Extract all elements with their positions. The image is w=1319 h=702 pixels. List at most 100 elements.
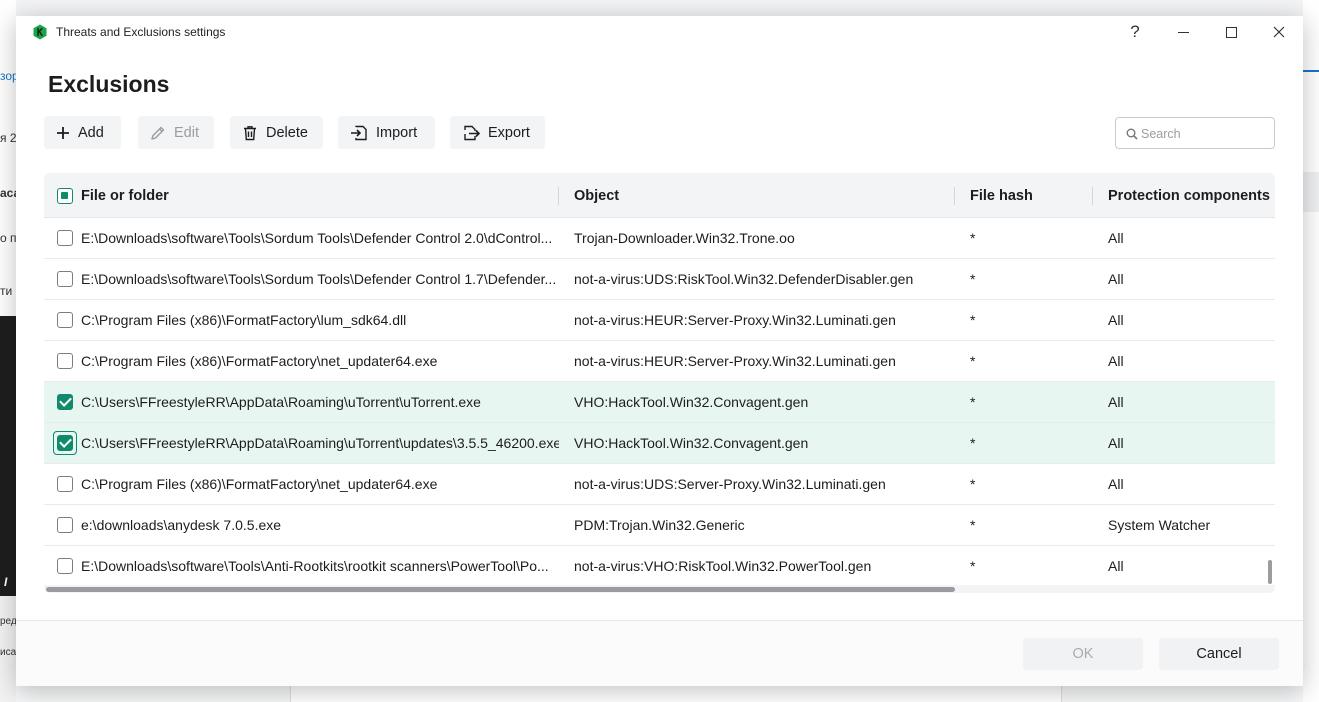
cell-object: Trojan-Downloader.Win32.Trone.oo: [574, 230, 795, 246]
cell-object: VHO:HackTool.Win32.Convagent.gen: [574, 394, 809, 410]
row-checkbox[interactable]: [57, 476, 73, 492]
cell-object: not-a-virus:HEUR:Server-Proxy.Win32.Lumi…: [574, 353, 896, 369]
trash-icon: [244, 125, 256, 140]
column-header-hash[interactable]: File hash: [970, 173, 1033, 218]
threats-exclusions-dialog: Threats and Exclusions settings ? Exclus…: [16, 16, 1303, 686]
table-row[interactable]: C:\Program Files (x86)\FormatFactory\lum…: [44, 300, 1275, 341]
column-header-object[interactable]: Object: [574, 173, 619, 218]
table-row[interactable]: e:\downloads\anydesk 7.0.5.exe PDM:Trojan…: [44, 505, 1275, 546]
search-input[interactable]: [1141, 124, 1269, 144]
background-bottom-panel: [290, 686, 1062, 702]
import-button[interactable]: Import: [338, 116, 435, 149]
table-row[interactable]: E:\Downloads\software\Tools\Sordum Tools…: [44, 218, 1275, 259]
cell-file-path: C:\Users\FFreestyleRR\AppData\Roaming\uT…: [81, 394, 481, 410]
cell-file-hash: *: [970, 353, 976, 369]
cancel-button[interactable]: Cancel: [1159, 638, 1279, 670]
background-right-panel: [1303, 0, 1319, 702]
edit-button-label: Edit: [174, 124, 199, 141]
row-checkbox[interactable]: [57, 271, 73, 287]
import-icon: [351, 125, 367, 140]
background-text: аса: [0, 186, 16, 200]
plus-icon: [57, 126, 69, 139]
table-row[interactable]: E:\Downloads\software\Tools\Anti-Rootkit…: [44, 546, 1275, 587]
exclusions-table: File or folder Object File hash Protecti…: [44, 173, 1275, 593]
ok-button[interactable]: OK: [1023, 638, 1143, 670]
table-row[interactable]: C:\Program Files (x86)\FormatFactory\net…: [44, 464, 1275, 505]
cell-protection-components: All: [1108, 558, 1124, 574]
export-button-label: Export: [488, 124, 530, 141]
row-checkbox[interactable]: [57, 230, 73, 246]
cell-object: not-a-virus:HEUR:Server-Proxy.Win32.Lumi…: [574, 312, 896, 328]
close-button[interactable]: [1255, 16, 1303, 48]
horizontal-scrollbar-thumb[interactable]: [46, 587, 955, 592]
row-checkbox[interactable]: [57, 353, 73, 369]
cell-file-hash: *: [970, 271, 976, 287]
background-text: ти: [0, 284, 13, 298]
cell-object: not-a-virus:UDS:RiskTool.Win32.DefenderD…: [574, 271, 914, 287]
background-accent-line: [1303, 70, 1319, 72]
pencil-icon: [151, 126, 165, 140]
export-button[interactable]: Export: [450, 116, 545, 149]
cell-protection-components: All: [1108, 435, 1124, 451]
row-checkbox[interactable]: [57, 517, 73, 533]
help-icon: ?: [1130, 22, 1140, 41]
row-checkbox[interactable]: [57, 394, 73, 410]
cell-file-hash: *: [970, 476, 976, 492]
cell-file-hash: *: [970, 558, 976, 574]
cell-object: VHO:HackTool.Win32.Convagent.gen: [574, 435, 809, 451]
minimize-icon: [1177, 31, 1189, 33]
cell-object: not-a-virus:UDS:Server-Proxy.Win32.Lumin…: [574, 476, 886, 492]
maximize-button[interactable]: [1207, 16, 1255, 48]
add-button[interactable]: Add: [44, 116, 121, 149]
cell-file-path: C:\Program Files (x86)\FormatFactory\lum…: [81, 312, 407, 328]
column-divider[interactable]: [954, 187, 955, 205]
title-bar[interactable]: Threats and Exclusions settings ?: [16, 16, 1303, 48]
cell-protection-components: All: [1108, 230, 1124, 246]
cell-file-hash: *: [970, 435, 976, 451]
minimize-button[interactable]: [1159, 16, 1207, 48]
export-icon: [464, 125, 480, 140]
cell-file-path: C:\Users\FFreestyleRR\AppData\Roaming\uT…: [81, 435, 559, 451]
table-row[interactable]: E:\Downloads\software\Tools\Sordum Tools…: [44, 259, 1275, 300]
row-checkbox[interactable]: [57, 558, 73, 574]
select-all-checkbox[interactable]: [57, 188, 73, 204]
search-icon: [1126, 128, 1138, 140]
edit-button[interactable]: Edit: [138, 116, 214, 149]
close-icon: [1273, 26, 1285, 38]
cell-protection-components: All: [1108, 476, 1124, 492]
cell-file-hash: *: [970, 312, 976, 328]
cell-object: not-a-virus:VHO:RiskTool.Win32.PowerTool…: [574, 558, 872, 574]
cell-protection-components: All: [1108, 312, 1124, 328]
cell-protection-components: All: [1108, 394, 1124, 410]
import-button-label: Import: [376, 124, 418, 141]
search-box[interactable]: [1115, 117, 1275, 149]
background-text: иса: [0, 647, 16, 658]
vertical-scrollbar-thumb[interactable]: [1268, 560, 1272, 584]
cell-protection-components: All: [1108, 271, 1124, 287]
background-text: ред: [0, 616, 16, 627]
background-text: зор: [0, 69, 16, 83]
table-row[interactable]: C:\Users\FFreestyleRR\AppData\Roaming\uT…: [44, 423, 1275, 464]
background-row: [1303, 172, 1319, 212]
row-checkbox[interactable]: [57, 435, 73, 451]
cell-file-path: e:\downloads\anydesk 7.0.5.exe: [81, 517, 282, 533]
column-divider[interactable]: [1092, 187, 1093, 205]
table-row[interactable]: C:\Program Files (x86)\FormatFactory\net…: [44, 341, 1275, 382]
maximize-icon: [1225, 26, 1237, 38]
page-title: Exclusions: [48, 71, 170, 97]
table-row[interactable]: C:\Users\FFreestyleRR\AppData\Roaming\uT…: [44, 382, 1275, 423]
column-header-components[interactable]: Protection components: [1108, 173, 1270, 218]
cell-protection-components: All: [1108, 353, 1124, 369]
row-checkbox[interactable]: [57, 312, 73, 328]
window-title: Threats and Exclusions settings: [56, 25, 226, 39]
cell-file-path: E:\Downloads\software\Tools\Anti-Rootkit…: [81, 558, 549, 574]
cell-file-path: E:\Downloads\software\Tools\Sordum Tools…: [81, 271, 557, 287]
help-button[interactable]: ?: [1111, 16, 1159, 48]
column-divider[interactable]: [558, 187, 559, 205]
column-header-file[interactable]: File or folder: [81, 173, 169, 218]
cell-file-hash: *: [970, 230, 976, 246]
table-header: File or folder Object File hash Protecti…: [44, 173, 1275, 218]
cell-protection-components: System Watcher: [1108, 517, 1211, 533]
background-text: о п: [0, 231, 16, 245]
delete-button[interactable]: Delete: [230, 116, 323, 149]
